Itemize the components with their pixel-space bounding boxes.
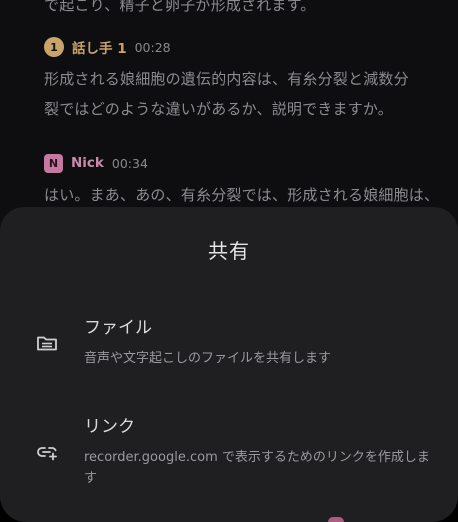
option-description: recorder.google.com で表示するためのリンクを作成します <box>84 450 430 486</box>
scroll-indicator <box>328 517 344 522</box>
sheet-title: 共有 <box>208 239 250 263</box>
speaker-name: Nick <box>71 155 104 171</box>
timestamp: 00:28 <box>134 39 171 55</box>
transcript-line: 裂ではどのような違いがあるか、説明できますか。 <box>44 100 394 118</box>
speaker-badge: 1 <box>44 37 64 57</box>
transcript-entry-nick[interactable]: N Nick 00:34 はい。まあ、あの、有糸分裂では、形成される娘細胞は、 <box>44 152 444 210</box>
option-label: ファイル <box>84 318 152 338</box>
share-bottom-sheet: 共有 ファイル 音声や文字起こしのファイルを共有します リンク recorder… <box>0 207 458 522</box>
share-option-link[interactable]: リンク recorder.google.com で表示するためのリンクを作成しま… <box>0 407 458 507</box>
transcript-line: 形成される娘細胞の遺伝的内容は、有糸分裂と減数分 <box>44 70 409 88</box>
transcript-previous-line: で起こり、精子と卵子が形成されます。 <box>44 0 316 14</box>
share-option-file[interactable]: ファイル 音声や文字起こしのファイルを共有します <box>0 307 458 387</box>
speaker-row: 1 話し手 1 00:28 <box>44 36 444 58</box>
add-link-icon <box>37 447 57 461</box>
timestamp: 00:34 <box>111 155 148 171</box>
folder-icon <box>37 336 57 351</box>
option-label: リンク <box>84 417 135 437</box>
option-description: 音声や文字起こしのファイルを共有します <box>84 351 332 366</box>
speaker-badge: N <box>44 153 63 173</box>
speaker-name: 話し手 1 <box>72 41 127 57</box>
phone-screen: で起こり、精子と卵子が形成されます。 1 話し手 1 00:28 形成される娘細… <box>0 0 458 522</box>
transcript-line: はい。まあ、あの、有糸分裂では、形成される娘細胞は、 <box>44 186 440 204</box>
transcript-entry-speaker-1[interactable]: 1 話し手 1 00:28 形成される娘細胞の遺伝的内容は、有糸分裂と減数分 裂… <box>44 36 444 124</box>
speaker-row: N Nick 00:34 <box>44 152 444 174</box>
